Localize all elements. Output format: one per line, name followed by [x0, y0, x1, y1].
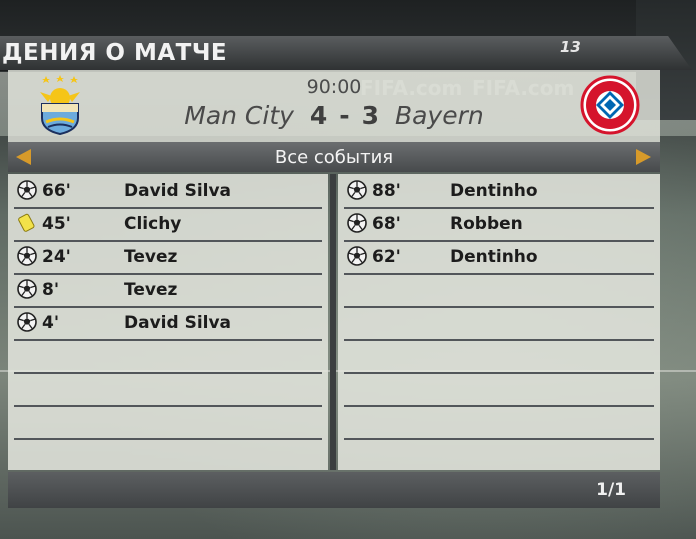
event-row: 4' David Silva — [14, 306, 322, 341]
scoreline: Man City 4 - 3 Bayern — [8, 101, 660, 130]
event-row: 62' Dentinho — [344, 240, 654, 275]
event-row: 88' Dentinho — [344, 174, 654, 209]
event-row: 66' David Silva — [14, 174, 322, 209]
event-row: 24' Tevez — [14, 240, 322, 275]
event-minute: 45' — [42, 214, 71, 234]
away-score: 3 — [361, 101, 379, 130]
empty-event-row — [344, 405, 654, 440]
event-player: Robben — [450, 214, 523, 234]
bayern-crest-icon — [580, 75, 640, 135]
away-team-name: Bayern — [394, 101, 484, 130]
home-events-list: 66' David Silva 45' Clichy 24' Tevez 8' Tevez 4'… — [8, 174, 328, 470]
empty-event-row — [344, 339, 654, 374]
away-events-list: 88' Dentinho 68' Robben 62' Dentinho — [338, 174, 660, 470]
event-minute: 88' — [372, 181, 401, 201]
match-events-panel: 90:00 Man City 4 - 3 Bayern Все события … — [8, 70, 660, 508]
event-player: David Silva — [124, 313, 232, 333]
event-minute: 4' — [42, 313, 60, 333]
page-number: 13 — [560, 38, 581, 56]
event-player: Clichy — [124, 214, 182, 234]
home-team-name: Man City — [184, 101, 294, 130]
event-row: 8' Tevez — [14, 273, 322, 308]
event-player: Tevez — [124, 280, 178, 300]
list-divider — [330, 174, 336, 470]
event-minute: 66' — [42, 181, 71, 201]
empty-event-row — [344, 306, 654, 341]
page-indicator: 1/1 — [596, 480, 626, 500]
ball-icon — [347, 246, 367, 266]
ball-icon — [17, 312, 37, 332]
empty-event-row — [14, 405, 322, 440]
ball-icon — [17, 180, 37, 200]
event-player: Tevez — [124, 247, 178, 267]
event-minute: 68' — [372, 214, 401, 234]
arrow-right-icon — [636, 149, 651, 165]
ball-icon — [347, 213, 367, 233]
next-filter-button[interactable] — [632, 144, 654, 170]
home-score: 4 — [309, 101, 328, 130]
empty-event-row — [344, 273, 654, 308]
event-player: Dentinho — [450, 181, 538, 201]
ball-icon — [17, 279, 37, 299]
ball-icon — [347, 180, 367, 200]
score-separator: - — [339, 101, 350, 130]
ball-icon — [17, 246, 37, 266]
event-minute: 62' — [372, 247, 401, 267]
match-info: 90:00 Man City 4 - 3 Bayern — [8, 70, 660, 142]
event-row: 68' Robben — [344, 207, 654, 242]
panel-footer: 1/1 — [8, 472, 660, 508]
events-filter-bar: Все события — [8, 142, 660, 172]
empty-event-row — [344, 372, 654, 407]
event-player: Dentinho — [450, 247, 538, 267]
event-minute: 24' — [42, 247, 71, 267]
screen-title: ДЕНИЯ О МАТЧЕ — [2, 40, 228, 66]
empty-event-row — [14, 372, 322, 407]
events-filter-label: Все события — [274, 147, 394, 168]
match-time: 90:00 — [306, 76, 362, 98]
event-player: David Silva — [124, 181, 232, 201]
event-row: 45' Clichy — [14, 207, 322, 242]
yellow-card-icon — [17, 213, 37, 233]
event-minute: 8' — [42, 280, 60, 300]
empty-event-row — [14, 339, 322, 374]
